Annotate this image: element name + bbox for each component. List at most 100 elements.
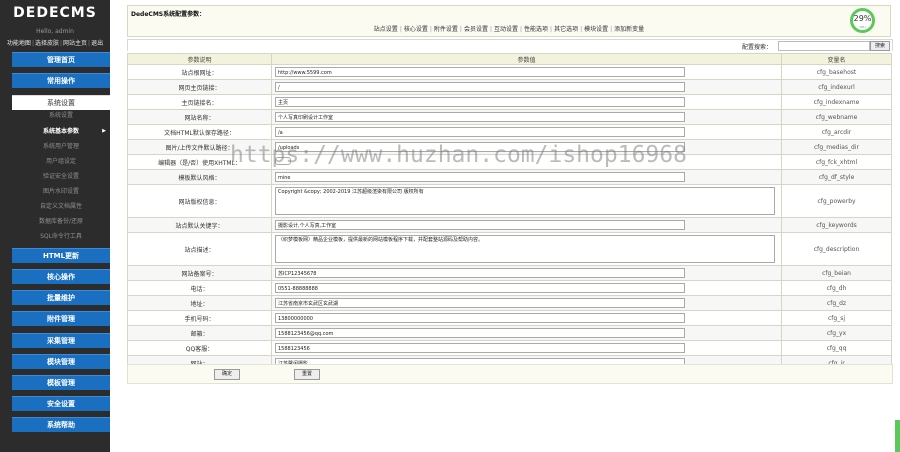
cpu-label: CPU (859, 25, 866, 29)
nav-admin-home[interactable]: 管理首页 (12, 52, 110, 67)
setting-value-cell: http://www.5599.com (271, 64, 782, 80)
setting-input[interactable]: 个人写真印刷设计工作室 (275, 112, 685, 122)
nav-core-ops[interactable]: 核心操作 (12, 269, 110, 284)
header-description: 参数说明 (127, 53, 272, 65)
setting-value-cell: 13800000000 (271, 310, 782, 326)
sidebar-item-system-settings[interactable]: 系统设置 (12, 110, 110, 121)
setting-variable-name: cfg_webname (781, 109, 892, 125)
sidebar-item-doc-attrs[interactable]: 自定义文档属性 (12, 201, 110, 212)
setting-variable-name: cfg_indexurl (781, 79, 892, 95)
setting-radio-group[interactable] (275, 157, 291, 165)
setting-input[interactable]: mine (275, 172, 685, 182)
link-function-map[interactable]: 功能地图 (7, 40, 31, 47)
sidebar-item-db-backup[interactable]: 数据库备份/还原 (12, 216, 110, 227)
search-input[interactable] (778, 41, 870, 51)
link-homepage[interactable]: 网站主页 (63, 40, 87, 47)
setting-textarea[interactable]: Copyright &copy; 2002-2019 江苏超级渲染有限公司 版权… (275, 187, 775, 215)
sidebar-item-watermark[interactable]: 图片水印设置 (12, 186, 110, 197)
search-bar: 配置搜索： 搜索 (127, 39, 893, 51)
nav-templates[interactable]: 模板管理 (12, 375, 110, 390)
setting-input[interactable]: /a (275, 127, 685, 137)
setting-input[interactable]: http://www.5599.com (275, 67, 685, 77)
setting-value-cell: / (271, 79, 782, 95)
setting-value-cell: 1588123456 (271, 340, 782, 356)
setting-value-cell: 主页 (271, 94, 782, 110)
setting-value-cell: 苏ICP12345678 (271, 265, 782, 281)
setting-input[interactable]: 1588123456@qq.com (275, 328, 685, 338)
header-variable: 变量名 (781, 53, 892, 65)
tab-other[interactable]: 其它选项 (552, 26, 580, 33)
sidebar-item-sql-tool[interactable]: SQL命令行工具 (12, 231, 110, 242)
setting-input[interactable]: 0551-88888888 (275, 283, 685, 293)
sidebar-item-security[interactable]: 验证安全设置 (12, 171, 110, 182)
link-logout[interactable]: 退出 (91, 40, 103, 47)
search-label: 配置搜索： (741, 44, 772, 51)
table-row: 手机号码： 13800000000 cfg_sj (127, 310, 892, 326)
setting-value-cell: 个人写真印刷设计工作室 (271, 109, 782, 125)
setting-value-cell: 1588123456@qq.com (271, 325, 782, 341)
setting-label: 站点根网址： (127, 64, 272, 80)
link-skin[interactable]: 选择皮肤 (35, 40, 59, 47)
tab-performance[interactable]: 性能选项 (522, 26, 550, 33)
sidebar: DEDECMS Hello, admin 功能地图|选择皮肤|网站主页|退出 管… (0, 0, 110, 452)
sidebar-item-basic-params[interactable]: 系统基本参数 (12, 126, 110, 137)
tab-interaction[interactable]: 互动设置 (492, 26, 520, 33)
sidebar-item-user-manage[interactable]: 系统用户管理 (12, 141, 110, 152)
tab-add-variable[interactable]: 添加新变量 (612, 26, 646, 33)
top-links: 功能地图|选择皮肤|网站主页|退出 (6, 40, 104, 47)
table-row: 站点根网址： http://www.5599.com cfg_basehost (127, 64, 892, 80)
main-panel: DedeCMS系统配置参数： 站点设置 | 核心设置 | 附件设置 | 会员设置 | 互动设置 |… (110, 0, 900, 452)
setting-input[interactable]: 13800000000 (275, 313, 685, 323)
setting-input[interactable]: /uploads (275, 142, 685, 152)
nav-collect[interactable]: 采集管理 (12, 333, 110, 348)
setting-variable-name: cfg_dz (781, 295, 892, 311)
tab-modules[interactable]: 模块设置 (582, 26, 610, 33)
setting-label: 主页链接名： (127, 94, 272, 110)
setting-variable-name: cfg_arcdir (781, 124, 892, 140)
reset-button[interactable]: 重置 (294, 369, 320, 380)
setting-value-cell: （织梦模板网）精品企业模板，提供最新的网站模板程序下载，并配套整站源码及帮助内容… (271, 232, 782, 266)
setting-input[interactable]: 苏ICP12345678 (275, 268, 685, 278)
nav-modules[interactable]: 模块管理 (12, 354, 110, 369)
tab-member[interactable]: 会员设置 (462, 26, 490, 33)
setting-input[interactable]: 摄影设计,个人写真,工作室 (275, 220, 685, 230)
search-button[interactable]: 搜索 (870, 41, 890, 51)
logo: DEDECMS (13, 5, 97, 21)
cpu-gauge: 29% CPU (850, 8, 875, 33)
setting-input[interactable]: 主页 (275, 97, 685, 107)
setting-label: 邮箱： (127, 325, 272, 341)
table-row: 站点描述： （织梦模板网）精品企业模板，提供最新的网站模板程序下载，并配套整站源码… (127, 232, 892, 266)
confirm-button[interactable]: 确定 (214, 369, 240, 380)
nav-attachments[interactable]: 附件管理 (12, 311, 110, 326)
nav-html-update[interactable]: HTML更新 (12, 248, 110, 263)
config-tabs: 站点设置 | 核心设置 | 附件设置 | 会员设置 | 互动设置 | 性能选项 | 其它选项 | 模块设置 |… (372, 26, 646, 33)
table-row: 邮箱： 1588123456@qq.com cfg_yx (127, 325, 892, 341)
cpu-percent: 29% (853, 14, 872, 23)
setting-variable-name: cfg_yx (781, 325, 892, 341)
nav-common-ops[interactable]: 常用操作 (12, 73, 110, 88)
setting-textarea[interactable]: （织梦模板网）精品企业模板，提供最新的网站模板程序下载，并配套整站源码及帮助内容… (275, 235, 775, 263)
table-row: 网站版权信息： Copyright &copy; 2002-2019 江苏超级渲染… (127, 184, 892, 218)
setting-label: 手机号码： (127, 310, 272, 326)
setting-label: 站点描述： (127, 232, 272, 266)
setting-variable-name: cfg_beian (781, 265, 892, 281)
tab-core[interactable]: 核心设置 (402, 26, 430, 33)
tab-site[interactable]: 站点设置 (372, 26, 400, 33)
tab-attachment[interactable]: 附件设置 (432, 26, 460, 33)
nav-batch[interactable]: 批量维护 (12, 290, 110, 305)
setting-label: QQ客服： (127, 340, 272, 356)
sidebar-item-user-groups[interactable]: 用户组设定 (12, 156, 110, 167)
setting-value-cell: /a (271, 124, 782, 140)
setting-input[interactable]: / (275, 82, 685, 92)
setting-input[interactable]: 江苏省南京市玄武区玄武湖 (275, 298, 685, 308)
setting-variable-name: cfg_description (781, 232, 892, 266)
greeting: Hello, admin (36, 28, 74, 35)
setting-input[interactable]: 1588123456 (275, 343, 685, 353)
nav-system-settings[interactable]: 系统设置 (12, 95, 110, 110)
setting-label: 网站版权信息： (127, 184, 272, 218)
nav-security[interactable]: 安全设置 (12, 396, 110, 411)
nav-help[interactable]: 系统帮助 (12, 417, 110, 432)
form-footer: 确定 重置 (127, 364, 893, 384)
setting-variable-name: cfg_medias_dir (781, 139, 892, 155)
setting-variable-name: cfg_df_style (781, 169, 892, 185)
